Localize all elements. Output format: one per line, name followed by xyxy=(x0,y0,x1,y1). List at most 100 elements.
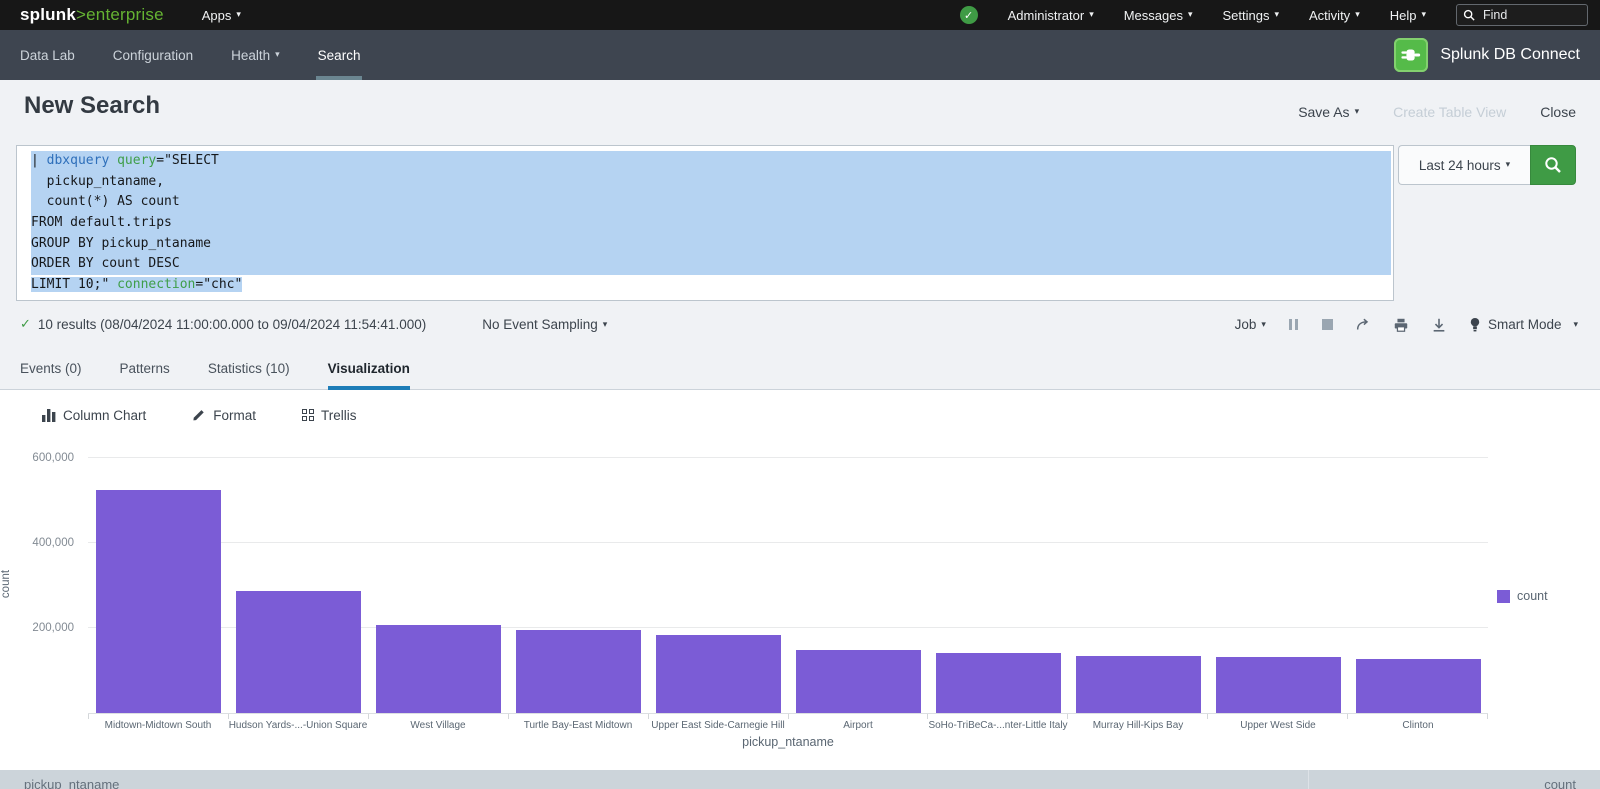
save-as-label: Save As xyxy=(1298,104,1349,120)
chevron-down-icon: ▾ xyxy=(1506,160,1511,170)
query-line: pickup_ntaname, xyxy=(31,172,1391,193)
time-range-label: Last 24 hours xyxy=(1419,158,1501,173)
category-label: Airport xyxy=(788,720,928,731)
header-actions: Save As ▾ Create Table View Close xyxy=(1298,104,1576,120)
splunk-page: splunk>enterprise Apps▾ ✓ Administrator▾… xyxy=(0,0,1600,789)
search-submit-button[interactable] xyxy=(1530,145,1576,185)
time-range-button[interactable]: Last 24 hours ▾ xyxy=(1398,145,1530,185)
bar-6[interactable] xyxy=(796,650,921,713)
tab-visualization-label: Visualization xyxy=(328,361,410,376)
job-menu[interactable]: Job▾ xyxy=(1235,317,1266,332)
administrator-label: Administrator xyxy=(1008,8,1085,23)
settings-menu[interactable]: Settings ▾ xyxy=(1223,8,1280,23)
chart-bars xyxy=(88,445,1488,713)
tab-patterns-label: Patterns xyxy=(120,361,170,376)
column-header-pickup-ntaname[interactable]: pickup_ntaname xyxy=(24,777,119,789)
nav-item-data-lab[interactable]: Data Lab xyxy=(20,30,75,80)
activity-menu[interactable]: Activity▾ xyxy=(1309,8,1360,23)
tab-patterns[interactable]: Patterns xyxy=(120,348,170,389)
bar-9[interactable] xyxy=(1216,657,1341,713)
trellis-button[interactable]: Trellis xyxy=(302,408,357,423)
column-header-count[interactable]: count xyxy=(1544,777,1576,789)
settings-label: Settings xyxy=(1223,8,1270,23)
y-axis-ticks: 200,000 400,000 600,000 xyxy=(0,445,78,713)
page-header: New Search Save As ▾ Create Table View Cl… xyxy=(0,80,1600,145)
page-title: New Search xyxy=(24,92,160,120)
help-menu[interactable]: Help▾ xyxy=(1390,8,1426,23)
chevron-down-icon: ▾ xyxy=(603,320,608,330)
chevron-down-icon: ▾ xyxy=(1274,10,1279,20)
close-label: Close xyxy=(1540,104,1576,120)
bar-7[interactable] xyxy=(936,653,1061,713)
bar-10[interactable] xyxy=(1356,659,1481,713)
category-label: Hudson Yards-...-Union Square xyxy=(228,720,368,731)
administrator-menu[interactable]: Administrator▾ xyxy=(1008,8,1094,23)
chart-plot-area xyxy=(88,445,1488,714)
chevron-down-icon: ▾ xyxy=(236,10,241,20)
results-tabs: Events (0) Patterns Statistics (10) Visu… xyxy=(0,348,1600,390)
bar-3[interactable] xyxy=(376,625,501,713)
tab-events[interactable]: Events (0) xyxy=(20,348,82,389)
print-button[interactable] xyxy=(1393,317,1409,333)
app-identity: Splunk DB Connect xyxy=(1394,30,1600,80)
column-chart-icon xyxy=(42,409,56,422)
nav-item-search[interactable]: Search xyxy=(318,30,361,80)
messages-menu[interactable]: Messages▾ xyxy=(1124,8,1193,23)
find-input[interactable] xyxy=(1481,7,1581,23)
lightbulb-icon xyxy=(1469,317,1481,332)
create-table-view-button: Create Table View xyxy=(1393,104,1506,120)
create-table-view-label: Create Table View xyxy=(1393,104,1506,120)
apps-menu[interactable]: Apps▾ xyxy=(202,8,241,23)
x-axis-category-labels: Midtown-Midtown SouthHudson Yards-...-Un… xyxy=(88,720,1488,731)
nav-item-health[interactable]: Health▾ xyxy=(231,30,280,80)
nav-item-configuration[interactable]: Configuration xyxy=(113,30,193,80)
stop-button[interactable] xyxy=(1322,319,1333,330)
x-axis-title: pickup_ntaname xyxy=(88,735,1488,749)
query-line: GROUP BY pickup_ntaname xyxy=(31,234,1391,255)
y-tick-label: 400,000 xyxy=(32,536,74,550)
save-as-button[interactable]: Save As ▾ xyxy=(1298,104,1359,120)
find-search-box[interactable] xyxy=(1456,4,1588,26)
chevron-down-icon: ▾ xyxy=(1261,320,1266,330)
db-connect-plug-icon[interactable] xyxy=(1394,38,1428,72)
category-label: SoHo-TriBeCa-...nter-Little Italy xyxy=(928,720,1068,731)
tab-visualization[interactable]: Visualization xyxy=(328,348,410,389)
tab-statistics[interactable]: Statistics (10) xyxy=(208,348,290,389)
category-label: Upper West Side xyxy=(1208,720,1348,731)
bar-2[interactable] xyxy=(236,591,361,713)
query-line: ORDER BY count DESC xyxy=(31,254,1391,275)
bar-4[interactable] xyxy=(516,630,641,713)
category-label: Midtown-Midtown South xyxy=(88,720,228,731)
query-line: count(*) AS count xyxy=(31,192,1391,213)
activity-label: Activity xyxy=(1309,8,1350,23)
trellis-icon xyxy=(302,409,314,421)
share-icon xyxy=(1355,317,1371,333)
bar-8[interactable] xyxy=(1076,656,1201,713)
download-icon xyxy=(1431,317,1447,333)
legend-swatch[interactable] xyxy=(1497,590,1510,603)
event-sampling-label: No Event Sampling xyxy=(482,317,598,332)
format-button[interactable]: Format xyxy=(192,408,256,423)
y-tick-label: 600,000 xyxy=(32,451,74,465)
share-button[interactable] xyxy=(1355,317,1371,333)
help-label: Help xyxy=(1390,8,1417,23)
query-line: FROM default.trips xyxy=(31,213,1391,234)
search-query-input[interactable]: | dbxquery query="SELECT pickup_ntaname,… xyxy=(16,145,1394,301)
export-button[interactable] xyxy=(1431,317,1447,333)
time-range-picker: Last 24 hours ▾ xyxy=(1398,145,1576,185)
job-controls: Job▾ Smart Mode▾ xyxy=(1235,317,1578,333)
event-sampling-menu[interactable]: No Event Sampling ▾ xyxy=(482,317,607,332)
status-ok-icon[interactable]: ✓ xyxy=(960,6,978,24)
top-nav-bar: splunk>enterprise Apps▾ ✓ Administrator▾… xyxy=(0,0,1600,30)
stop-icon xyxy=(1322,319,1333,330)
smart-mode-menu[interactable]: Smart Mode▾ xyxy=(1469,317,1578,332)
app-nav-bar: Data Lab Configuration Health▾ Search Sp… xyxy=(0,30,1600,80)
bar-5[interactable] xyxy=(656,635,781,713)
chart-type-button[interactable]: Column Chart xyxy=(42,408,146,423)
chevron-down-icon: ▾ xyxy=(1355,107,1360,117)
splunk-logo[interactable]: splunk>enterprise xyxy=(20,5,164,25)
close-button[interactable]: Close xyxy=(1540,104,1576,120)
pause-button[interactable] xyxy=(1288,319,1300,330)
y-tick-label: 200,000 xyxy=(32,621,74,635)
bar-1[interactable] xyxy=(96,490,221,713)
